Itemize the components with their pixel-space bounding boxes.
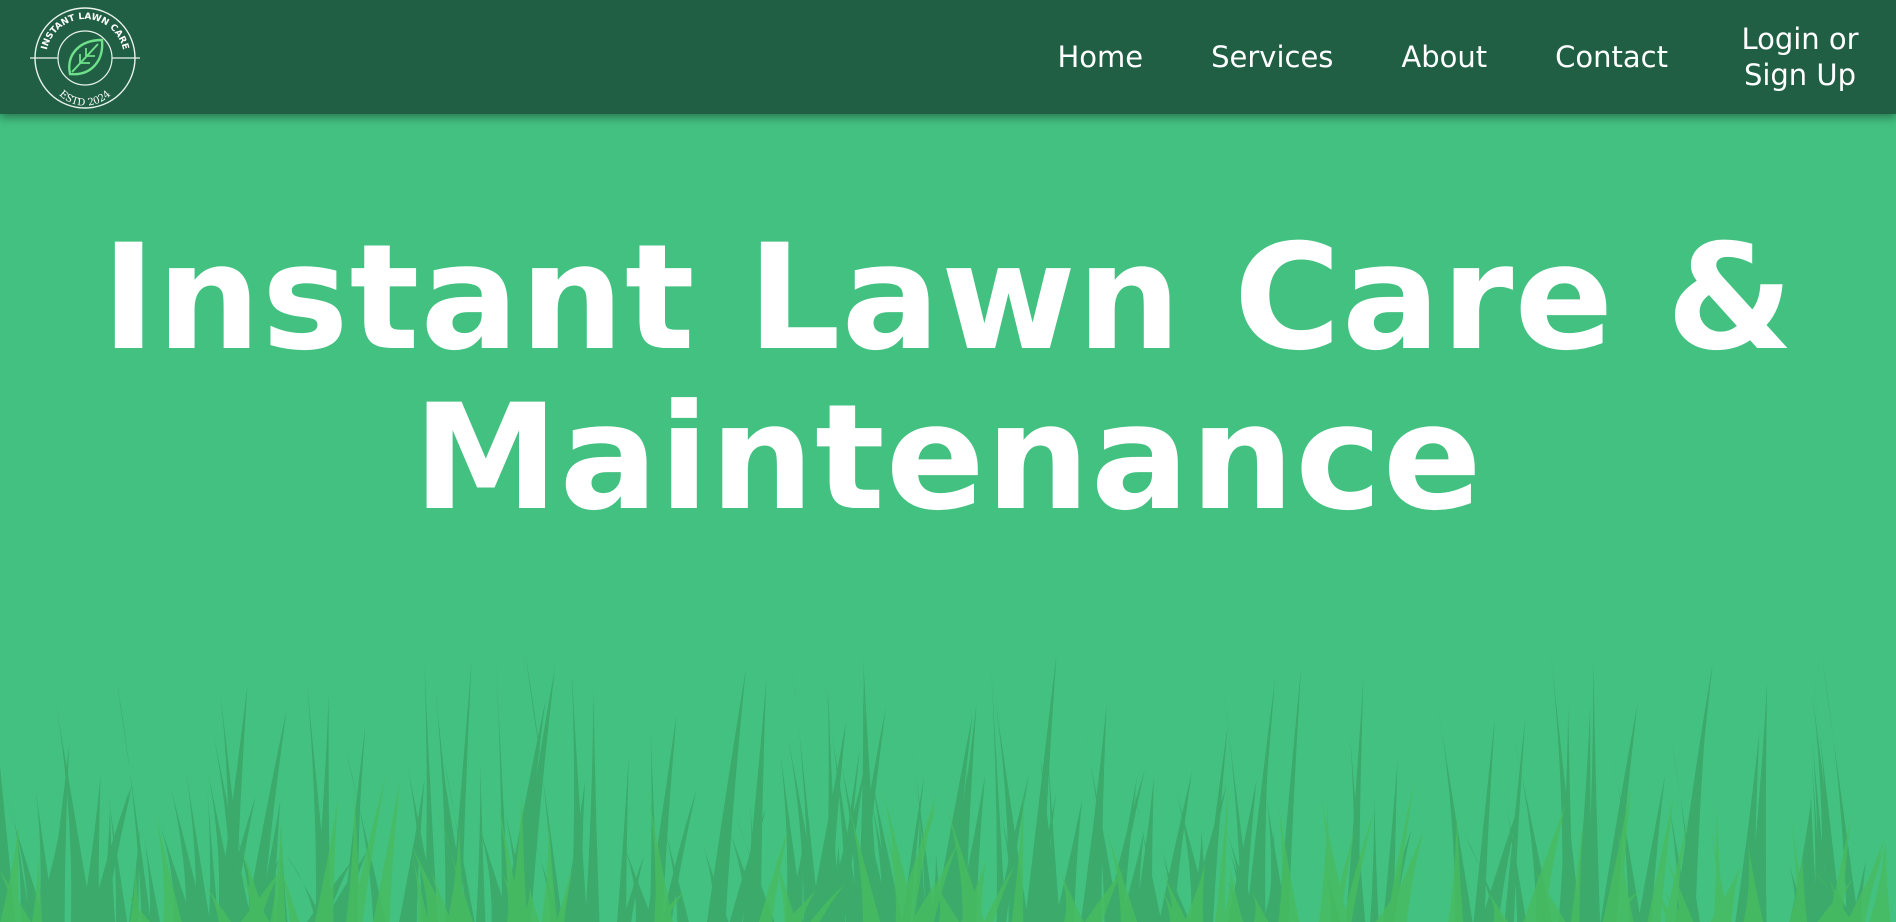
nav-services-link[interactable]: Services — [1211, 39, 1333, 75]
landing-page: INSTANT LAWN CARE ESTD 2024 Home Service… — [0, 0, 1896, 922]
nav-home-link[interactable]: Home — [1057, 39, 1143, 75]
nav-login-signup-link[interactable]: Login or Sign Up — [1736, 21, 1864, 93]
logo-bottom-text: ESTD 2024 — [57, 89, 113, 109]
hero-title-line1: Instant Lawn Care & — [101, 213, 1795, 383]
company-logo[interactable]: INSTANT LAWN CARE ESTD 2024 — [28, 4, 142, 112]
hero-title-line2: Maintenance — [413, 373, 1483, 543]
grass-decoration — [0, 652, 1891, 922]
leaf-icon — [68, 38, 104, 76]
top-navbar: INSTANT LAWN CARE ESTD 2024 Home Service… — [0, 0, 1896, 114]
nav-about-link[interactable]: About — [1401, 39, 1487, 75]
main-nav: Home Services About Contact Login or Sig… — [1057, 0, 1896, 114]
hero-title: Instant Lawn Care & Maintenance — [0, 218, 1896, 538]
nav-contact-link[interactable]: Contact — [1555, 39, 1668, 75]
